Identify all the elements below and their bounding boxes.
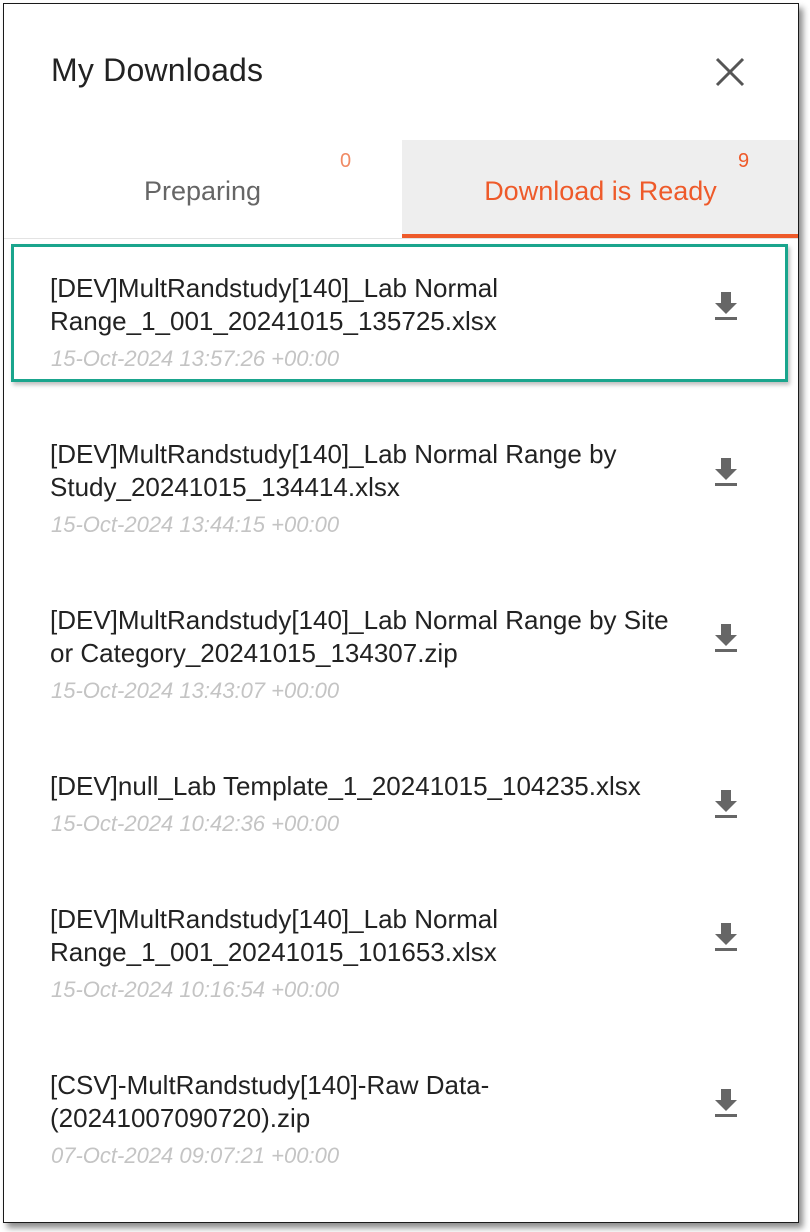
close-icon bbox=[715, 57, 745, 87]
close-button[interactable] bbox=[710, 52, 750, 92]
download-button[interactable] bbox=[710, 288, 742, 322]
download-icon bbox=[715, 458, 737, 486]
download-icon bbox=[715, 923, 737, 951]
file-date: 07-Oct-2024 09:07:21 +00:00 bbox=[51, 1143, 340, 1168]
download-icon bbox=[715, 292, 737, 320]
download-icon bbox=[715, 790, 737, 818]
tab-preparing-label: Preparing bbox=[143, 176, 262, 206]
tab-download-ready-count: 9 bbox=[738, 150, 750, 172]
tab-download-ready[interactable]: 9 Download is Ready bbox=[402, 140, 798, 238]
download-icon bbox=[715, 1089, 737, 1117]
download-button[interactable] bbox=[710, 1085, 742, 1119]
tab-preparing[interactable]: 0 Preparing bbox=[4, 140, 401, 238]
download-item[interactable]: [DEV]MultRandstudy[140]_Lab Normal Range… bbox=[4, 871, 798, 1021]
file-name: [DEV]MultRandstudy[140]_Lab Normal Range… bbox=[50, 439, 617, 502]
file-date: 15-Oct-2024 10:42:36 +00:00 bbox=[51, 811, 340, 836]
file-date: 15-Oct-2024 13:57:26 +00:00 bbox=[51, 346, 340, 371]
file-date: 15-Oct-2024 13:43:07 +00:00 bbox=[51, 678, 340, 703]
file-name: [CSV]-MultRandstudy[140]-Raw Data-(20241… bbox=[50, 1070, 490, 1133]
tab-bar: 0 Preparing 9 Download is Ready bbox=[4, 140, 798, 239]
download-button[interactable] bbox=[710, 786, 742, 820]
download-item[interactable]: [DEV]MultRandstudy[140]_Lab Normal Range… bbox=[4, 572, 798, 722]
downloads-panel: My Downloads 0 Preparing 9 Download is R… bbox=[3, 3, 799, 1223]
file-name: [DEV]MultRandstudy[140]_Lab Normal Range… bbox=[50, 605, 669, 668]
download-button[interactable] bbox=[710, 454, 742, 488]
file-name: [DEV]MultRandstudy[140]_Lab Normal Range… bbox=[50, 273, 499, 336]
tab-download-ready-label: Download is Ready bbox=[484, 176, 717, 206]
download-button[interactable] bbox=[710, 919, 742, 953]
file-name: [DEV]MultRandstudy[140]_Lab Normal Range… bbox=[50, 904, 499, 967]
download-icon bbox=[715, 624, 737, 652]
panel-title: My Downloads bbox=[51, 52, 264, 88]
download-button[interactable] bbox=[710, 620, 742, 654]
file-name: [DEV]null_Lab Template_1_20241015_104235… bbox=[50, 771, 641, 801]
download-item[interactable]: [DEV]null_Lab Template_1_20241015_104235… bbox=[4, 738, 798, 888]
file-date: 15-Oct-2024 13:44:15 +00:00 bbox=[51, 512, 340, 537]
file-date: 15-Oct-2024 10:16:54 +00:00 bbox=[51, 977, 340, 1002]
download-item[interactable]: [CSV]-MultRandstudy[140]-Raw Data-(20241… bbox=[4, 1037, 798, 1187]
tab-preparing-count: 0 bbox=[340, 150, 352, 172]
download-item[interactable]: [DEV]MultRandstudy[140]_Lab Normal Range… bbox=[4, 406, 798, 556]
download-item[interactable]: [DEV]MultRandstudy[140]_Lab Normal Range… bbox=[4, 240, 798, 390]
